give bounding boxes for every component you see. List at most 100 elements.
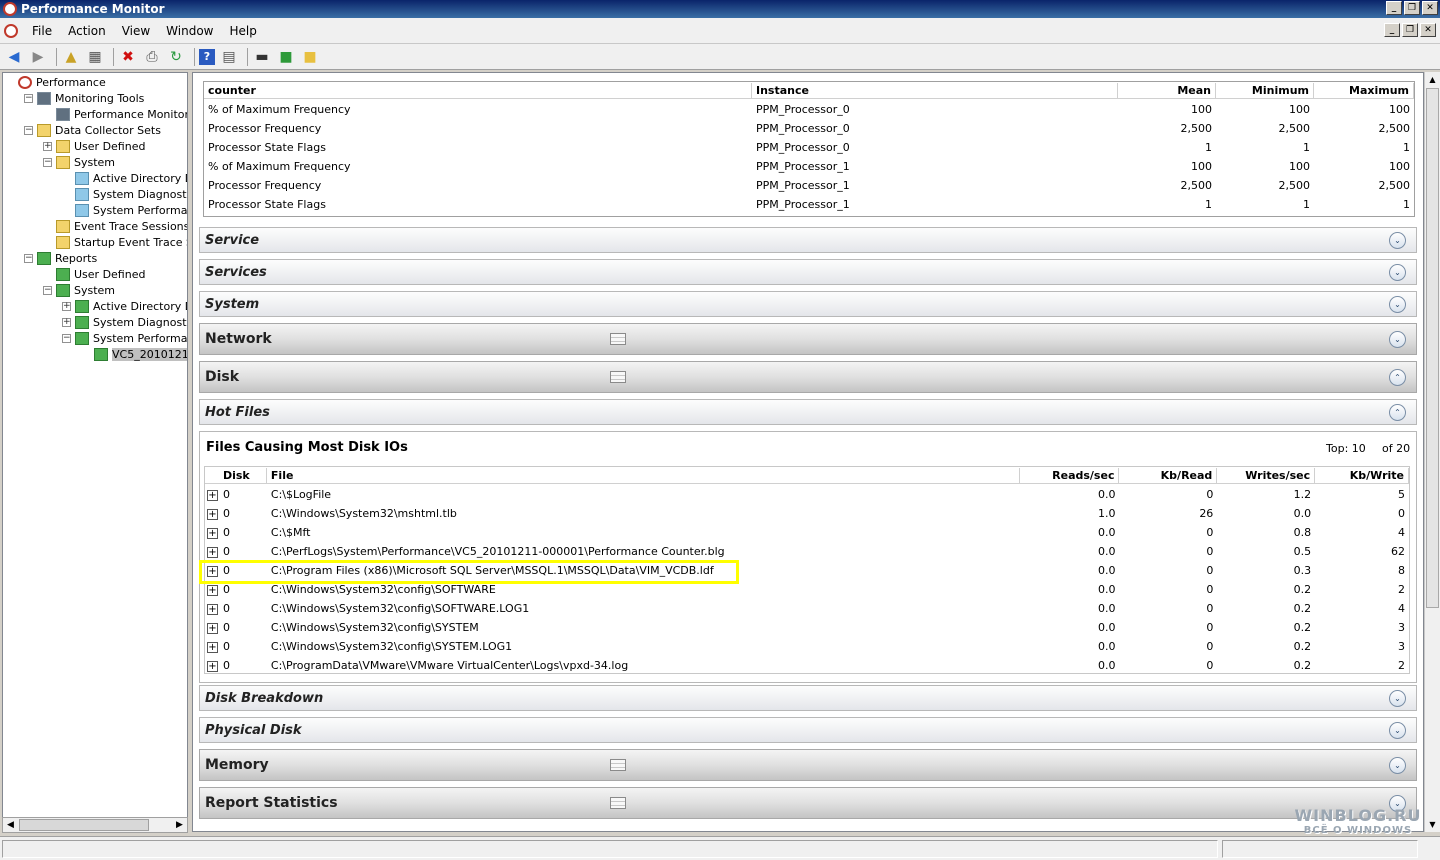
table-row[interactable]: +0 C:\Windows\System32\config\SYSTEM 0.0 0 0… (205, 618, 1409, 637)
expand-plus-icon[interactable]: + (207, 566, 218, 577)
tree-expander-icon[interactable]: + (43, 141, 52, 151)
tree-item[interactable]: + System Diagnostics (62, 314, 187, 330)
tree-item[interactable]: Performance (5, 74, 106, 90)
table-row[interactable]: Processor Frequency PPM_Processor_1 2,500 2… (204, 176, 1414, 195)
tree-expander-icon[interactable]: + (62, 317, 71, 327)
collapse-chevron-icon[interactable]: ⌃ (1389, 368, 1406, 386)
child-minimize-button[interactable]: _ (1384, 23, 1400, 37)
tree-item[interactable]: VC5_20101211-0( (81, 346, 187, 362)
tree-item[interactable]: − System Performance (62, 330, 187, 346)
section-header[interactable]: Report Statistics ⌄ (199, 787, 1417, 819)
column-header[interactable]: Instance (752, 83, 1118, 99)
scroll-right-arrow[interactable]: ▶ (172, 818, 187, 832)
expand-chevron-icon[interactable]: ⌄ (1389, 231, 1406, 249)
section-header[interactable]: Service ⌄ (199, 227, 1417, 253)
tree-item[interactable]: Startup Event Trace Sess (43, 234, 187, 250)
section-header[interactable]: Memory ⌄ (199, 749, 1417, 781)
table-row[interactable]: +0 C:\PerfLogs\System\Performance\VC5_201… (205, 542, 1409, 561)
properties-icon[interactable]: ▤ (219, 47, 239, 67)
up-folder-icon[interactable]: ▲ (61, 47, 81, 67)
section-header[interactable]: Network ⌄ (199, 323, 1417, 355)
column-header[interactable]: Reads/sec (1019, 468, 1120, 484)
scroll-thumb[interactable] (1426, 88, 1439, 608)
tree-expander-icon[interactable]: − (24, 253, 33, 263)
table-row[interactable]: Processor State Flags PPM_Processor_0 1 1 1 (204, 138, 1414, 157)
expand-plus-icon[interactable]: + (207, 585, 218, 596)
expand-chevron-icon[interactable]: ⌄ (1389, 263, 1406, 281)
tree-expander-icon[interactable]: − (62, 333, 71, 343)
tree-item[interactable]: + Active Directory Diagi (62, 298, 187, 314)
section-header[interactable]: Services ⌄ (199, 259, 1417, 285)
restore-button[interactable]: ❐ (1404, 1, 1420, 15)
table-row[interactable]: % of Maximum Frequency PPM_Processor_0 100… (204, 100, 1414, 119)
table-view-icon[interactable] (610, 759, 626, 771)
menu-view[interactable]: View (114, 24, 158, 38)
section-header[interactable]: Physical Disk ⌄ (199, 717, 1417, 743)
back-arrow-icon[interactable]: ◀ (4, 47, 24, 67)
content-vertical-scrollbar[interactable]: ▲ ▼ (1424, 72, 1440, 832)
tree-item[interactable]: − Monitoring Tools (24, 90, 144, 106)
close-button[interactable]: ✕ (1422, 1, 1438, 15)
tree-item[interactable]: − Data Collector Sets (24, 122, 161, 138)
column-header[interactable]: Writes/sec (1217, 468, 1316, 484)
scroll-thumb[interactable] (19, 819, 149, 831)
tree-horizontal-scrollbar[interactable]: ◀ ▶ (2, 817, 188, 833)
expand-plus-icon[interactable]: + (207, 490, 218, 501)
table-row[interactable]: +0 C:\Windows\System32\config\SYSTEM.LOG1… (205, 637, 1409, 656)
forward-arrow-icon[interactable]: ▶ (28, 47, 48, 67)
report-icon[interactable]: ■ (276, 47, 296, 67)
tree-item[interactable]: System Diagnostics (62, 186, 187, 202)
monitor-icon[interactable]: ▬ (252, 47, 272, 67)
expand-chevron-icon[interactable]: ⌄ (1389, 721, 1406, 739)
expand-plus-icon[interactable]: + (207, 623, 218, 634)
refresh-icon[interactable]: ↻ (166, 47, 186, 67)
section-header[interactable]: Hot Files ⌃ (199, 399, 1417, 425)
expand-chevron-icon[interactable]: ⌄ (1389, 689, 1406, 707)
tree-item[interactable]: User Defined (43, 266, 145, 282)
navigation-tree[interactable]: Performance − Monitoring Tools Performance … (2, 72, 188, 832)
print-icon[interactable]: ⎙ (142, 47, 162, 67)
expand-plus-icon[interactable]: + (207, 509, 218, 520)
child-close-button[interactable]: ✕ (1420, 23, 1436, 37)
expand-plus-icon[interactable]: + (207, 547, 218, 558)
column-header[interactable]: Disk (218, 468, 267, 484)
expand-plus-icon[interactable]: + (207, 661, 218, 672)
table-row[interactable]: +0 C:\$Mft 0.0 0 0.8 4 (205, 523, 1409, 542)
table-row[interactable]: +0 C:\Windows\System32\config\SOFTWARE 0.0… (205, 580, 1409, 599)
system-menu-icon[interactable] (4, 23, 18, 38)
column-header[interactable]: Kb/Write (1315, 468, 1409, 484)
column-header[interactable]: counter (204, 83, 752, 99)
minimize-button[interactable]: _ (1386, 1, 1402, 15)
scroll-up-arrow[interactable]: ▲ (1425, 72, 1440, 87)
section-header[interactable]: System ⌄ (199, 291, 1417, 317)
tree-item[interactable]: − Reports (24, 250, 97, 266)
table-row[interactable]: % of Maximum Frequency PPM_Processor_1 100… (204, 157, 1414, 176)
expand-chevron-icon[interactable]: ⌄ (1389, 295, 1406, 313)
scroll-left-arrow[interactable]: ◀ (3, 818, 18, 832)
tree-expander-icon[interactable]: − (24, 125, 33, 135)
expand-plus-icon[interactable]: + (207, 528, 218, 539)
column-header[interactable]: Maximum (1314, 83, 1414, 99)
table-row[interactable]: +0 C:\Windows\System32\mshtml.tlb 1.0 26 0.0… (205, 504, 1409, 523)
tree-expander-icon[interactable]: + (62, 301, 71, 311)
expand-chevron-icon[interactable]: ⌄ (1389, 330, 1406, 348)
table-view-icon[interactable] (610, 333, 626, 345)
menu-window[interactable]: Window (158, 24, 221, 38)
column-header[interactable]: Minimum (1216, 83, 1314, 99)
menu-file[interactable]: File (24, 24, 60, 38)
tree-item[interactable]: − System (43, 282, 115, 298)
section-header[interactable]: Disk Breakdown ⌄ (199, 685, 1417, 711)
table-row[interactable]: Processor Frequency PPM_Processor_0 2,500 2… (204, 119, 1414, 138)
expand-chevron-icon[interactable]: ⌄ (1389, 756, 1406, 774)
tree-expander-icon[interactable]: − (43, 157, 52, 167)
tree-item[interactable]: System Performance (62, 202, 187, 218)
column-header[interactable]: File (266, 468, 1020, 484)
menu-action[interactable]: Action (60, 24, 114, 38)
column-header[interactable]: Kb/Read (1119, 468, 1218, 484)
expand-plus-icon[interactable]: + (207, 642, 218, 653)
help-icon[interactable]: ? (199, 48, 215, 65)
folder-icon[interactable]: ■ (300, 47, 320, 67)
tree-item[interactable]: Active Directory Diagi (62, 170, 187, 186)
tree-expander-icon[interactable]: − (43, 285, 52, 295)
tree-item[interactable]: Performance Monitor (43, 106, 187, 122)
